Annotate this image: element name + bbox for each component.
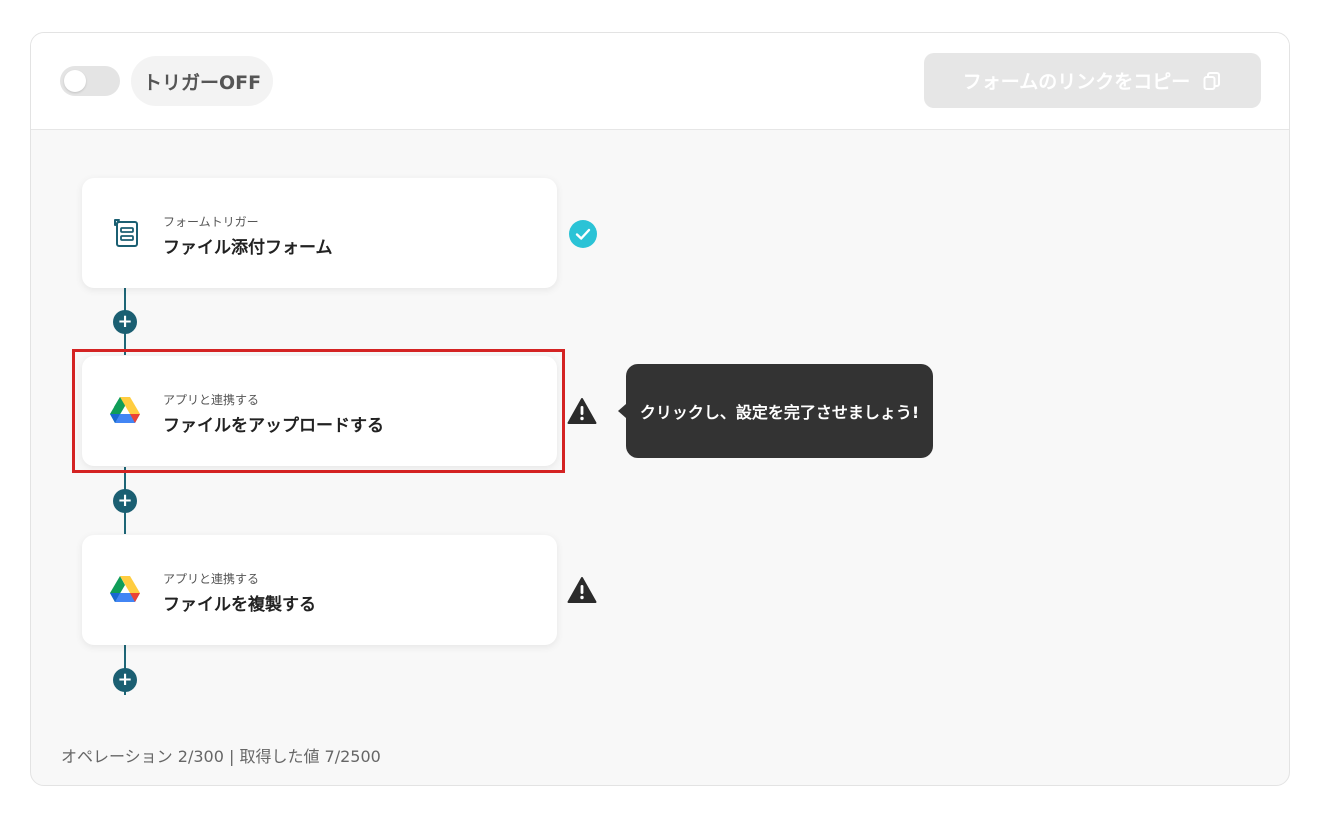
trigger-status-label: トリガーOFF	[131, 56, 273, 106]
flow-toolbar: トリガーOFF フォームのリンクをコピー	[31, 33, 1289, 130]
setup-tooltip: クリックし、設定を完了させましょう!	[618, 364, 933, 458]
copy-icon	[1202, 71, 1222, 91]
flow-panel: トリガーOFF フォームのリンクをコピー + + + フォームトリガー ファイル…	[30, 32, 1290, 786]
step-subtitle: アプリと連携する	[163, 572, 260, 586]
tooltip-text: クリックし、設定を完了させましょう!	[639, 403, 920, 422]
google-drive-icon	[108, 572, 142, 606]
check-circle-icon	[567, 218, 599, 250]
form-icon	[108, 215, 142, 249]
highlight-box	[72, 349, 565, 473]
copy-form-link-label: フォームのリンクをコピー	[962, 71, 1191, 93]
add-step-button[interactable]: +	[113, 489, 137, 513]
usage-footer: オペレーション 2/300 | 取得した値 7/2500	[61, 747, 381, 766]
step-title: ファイルを複製する	[163, 595, 316, 615]
flow-step-copy-file[interactable]: アプリと連携する ファイルを複製する	[82, 535, 557, 645]
trigger-toggle[interactable]	[60, 66, 120, 96]
step-title: ファイル添付フォーム	[163, 238, 333, 258]
flow-step-form-trigger[interactable]: フォームトリガー ファイル添付フォーム	[82, 178, 557, 288]
toggle-knob	[64, 70, 86, 92]
add-step-button[interactable]: +	[113, 668, 137, 692]
warning-icon	[566, 395, 598, 427]
copy-form-link-button[interactable]: フォームのリンクをコピー	[924, 53, 1261, 108]
warning-icon	[566, 574, 598, 606]
step-subtitle: フォームトリガー	[163, 215, 259, 229]
add-step-button[interactable]: +	[113, 310, 137, 334]
